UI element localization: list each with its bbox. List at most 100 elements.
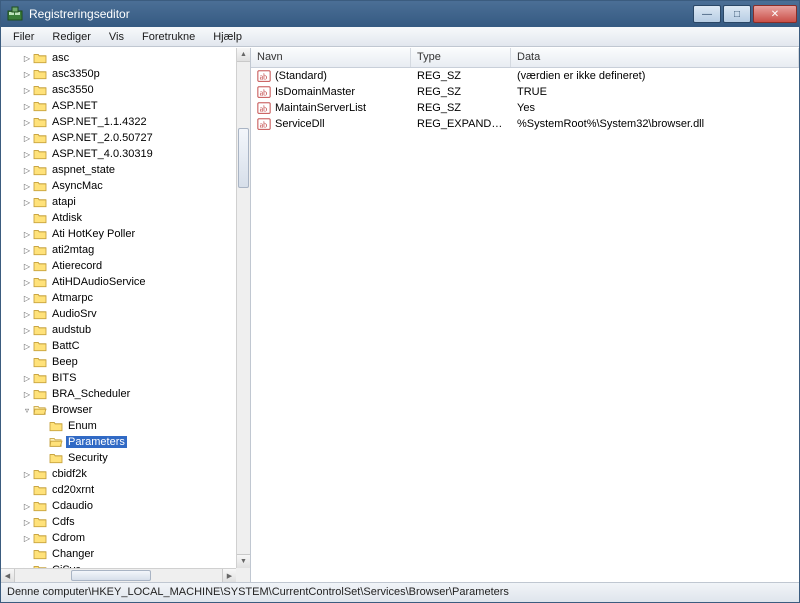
maximize-button[interactable]: □ xyxy=(723,5,751,23)
tree-item[interactable]: ▷ati2mtag xyxy=(1,242,236,258)
menu-edit[interactable]: Rediger xyxy=(44,29,99,45)
tree-item[interactable]: ▷AtiHDAudioService xyxy=(1,274,236,290)
tree-item[interactable]: ▷ASP.NET_2.0.50727 xyxy=(1,130,236,146)
tree-item[interactable]: Atdisk xyxy=(1,210,236,226)
tree-item[interactable]: ▷ BattC xyxy=(1,338,236,354)
tree-item-label: BattC xyxy=(50,340,82,352)
expand-icon[interactable] xyxy=(21,484,33,496)
tree-item[interactable]: ▷AudioSrv xyxy=(1,306,236,322)
minimize-button[interactable]: — xyxy=(693,5,721,23)
expand-icon[interactable]: ▷ xyxy=(21,164,33,176)
expand-icon[interactable]: ▷ xyxy=(21,260,33,272)
tree-item[interactable]: ▷ Cdfs xyxy=(1,514,236,530)
scroll-thumb-vertical[interactable] xyxy=(238,128,249,188)
tree-item[interactable]: ▷cbidf2k xyxy=(1,466,236,482)
tree-item-label: Atdisk xyxy=(50,212,84,224)
tree-item[interactable]: ▷audstub xyxy=(1,322,236,338)
expand-icon[interactable]: ▷ xyxy=(21,148,33,160)
expand-icon[interactable]: ▷ xyxy=(21,532,33,544)
expand-icon[interactable]: ▷ xyxy=(21,68,33,80)
tree-item[interactable]: ▷AsyncMac xyxy=(1,178,236,194)
tree-item[interactable]: ▷ BITS xyxy=(1,370,236,386)
expand-icon[interactable] xyxy=(37,452,49,464)
scroll-thumb-horizontal[interactable] xyxy=(71,570,151,581)
tree-item[interactable]: ▷ASP.NET_1.1.4322 xyxy=(1,114,236,130)
tree-item[interactable]: ▷atapi xyxy=(1,194,236,210)
expand-icon[interactable]: ▷ xyxy=(21,516,33,528)
column-type[interactable]: Type xyxy=(411,48,511,67)
expand-icon[interactable]: ▷ xyxy=(21,340,33,352)
tree-list[interactable]: ▷asc▷asc3350p▷asc3550▷ASP.NET▷ASP.NET_1.… xyxy=(1,48,236,568)
titlebar[interactable]: Registreringseditor — □ ✕ xyxy=(1,1,799,27)
tree-item[interactable]: ▷asc3350p xyxy=(1,66,236,82)
menu-file[interactable]: Filer xyxy=(5,29,42,45)
close-button[interactable]: ✕ xyxy=(753,5,797,23)
expand-icon[interactable]: ▷ xyxy=(21,52,33,64)
expand-icon[interactable] xyxy=(21,356,33,368)
expand-icon[interactable]: ▷ xyxy=(21,196,33,208)
menu-favorites[interactable]: Foretrukne xyxy=(134,29,203,45)
tree-item[interactable]: ▷Atierecord xyxy=(1,258,236,274)
tree-item[interactable]: ▷aspnet_state xyxy=(1,162,236,178)
value-row[interactable]: abMaintainServerListREG_SZYes xyxy=(251,100,799,116)
expand-icon[interactable]: ▷ xyxy=(21,276,33,288)
expand-icon[interactable]: ▷ xyxy=(21,228,33,240)
tree-item[interactable]: ▷ BRA_Scheduler xyxy=(1,386,236,402)
scroll-up-button[interactable]: ▲ xyxy=(237,48,250,62)
tree-item[interactable]: Beep xyxy=(1,354,236,370)
column-data[interactable]: Data xyxy=(511,48,799,67)
values-list[interactable]: ab(Standard)REG_SZ(værdien er ikke defin… xyxy=(251,68,799,582)
expand-icon[interactable]: ▷ xyxy=(21,100,33,112)
tree-item[interactable]: ▿Browser xyxy=(1,402,236,418)
expand-icon[interactable]: ▷ xyxy=(21,308,33,320)
expand-icon[interactable]: ▷ xyxy=(21,132,33,144)
tree-item[interactable]: ▷ASP.NET_4.0.30319 xyxy=(1,146,236,162)
expand-icon[interactable]: ▷ xyxy=(21,244,33,256)
expand-icon[interactable]: ▷ xyxy=(21,372,33,384)
string-value-icon: ab xyxy=(257,85,271,99)
value-row[interactable]: abIsDomainMasterREG_SZTRUE xyxy=(251,84,799,100)
scroll-right-button[interactable]: ▶ xyxy=(222,569,236,582)
value-row[interactable]: abServiceDllREG_EXPAND_SZ%SystemRoot%\Sy… xyxy=(251,116,799,132)
tree-item[interactable]: ▷Atmarpc xyxy=(1,290,236,306)
scroll-down-button[interactable]: ▼ xyxy=(237,554,250,568)
expand-icon[interactable]: ▷ xyxy=(21,292,33,304)
tree-item[interactable]: ▷Cdaudio xyxy=(1,498,236,514)
tree-item[interactable]: ▷ASP.NET xyxy=(1,98,236,114)
expand-icon[interactable] xyxy=(37,436,49,448)
tree-item[interactable]: Changer xyxy=(1,546,236,562)
expand-icon[interactable]: ▷ xyxy=(21,116,33,128)
menu-help[interactable]: Hjælp xyxy=(205,29,250,45)
tree-vertical-scrollbar[interactable]: ▲ ▼ xyxy=(236,48,250,568)
folder-icon xyxy=(33,84,47,96)
folder-icon xyxy=(33,244,47,256)
menu-view[interactable]: Vis xyxy=(101,29,132,45)
expand-icon[interactable]: ▷ xyxy=(21,468,33,480)
tree-item[interactable]: cd20xrnt xyxy=(1,482,236,498)
expand-icon[interactable] xyxy=(21,548,33,560)
tree-item[interactable]: ▷asc xyxy=(1,50,236,66)
tree-item[interactable]: ▷Ati HotKey Poller xyxy=(1,226,236,242)
expand-icon[interactable] xyxy=(37,420,49,432)
tree-item[interactable]: Security xyxy=(1,450,236,466)
tree-item[interactable]: ▷Cdrom xyxy=(1,530,236,546)
expand-icon[interactable] xyxy=(21,212,33,224)
expand-icon[interactable]: ▷ xyxy=(21,324,33,336)
tree-item-label: Cdfs xyxy=(50,516,77,528)
tree-horizontal-scrollbar[interactable]: ◀ ▶ xyxy=(1,568,236,582)
value-row[interactable]: ab(Standard)REG_SZ(værdien er ikke defin… xyxy=(251,68,799,84)
column-name[interactable]: Navn xyxy=(251,48,411,67)
tree-item[interactable]: ▷asc3550 xyxy=(1,82,236,98)
expand-icon[interactable]: ▷ xyxy=(21,180,33,192)
tree-item[interactable]: Enum xyxy=(1,418,236,434)
tree-item[interactable]: Parameters xyxy=(1,434,236,450)
expand-icon[interactable]: ▷ xyxy=(21,84,33,96)
tree-item-label: BRA_Scheduler xyxy=(50,388,132,400)
expand-icon[interactable]: ▷ xyxy=(21,388,33,400)
tree-item-label: BITS xyxy=(50,372,78,384)
scroll-left-button[interactable]: ◀ xyxy=(1,569,15,582)
folder-icon xyxy=(33,388,47,400)
expand-icon[interactable]: ▿ xyxy=(21,404,33,416)
expand-icon[interactable]: ▷ xyxy=(21,500,33,512)
folder-icon xyxy=(33,196,47,208)
